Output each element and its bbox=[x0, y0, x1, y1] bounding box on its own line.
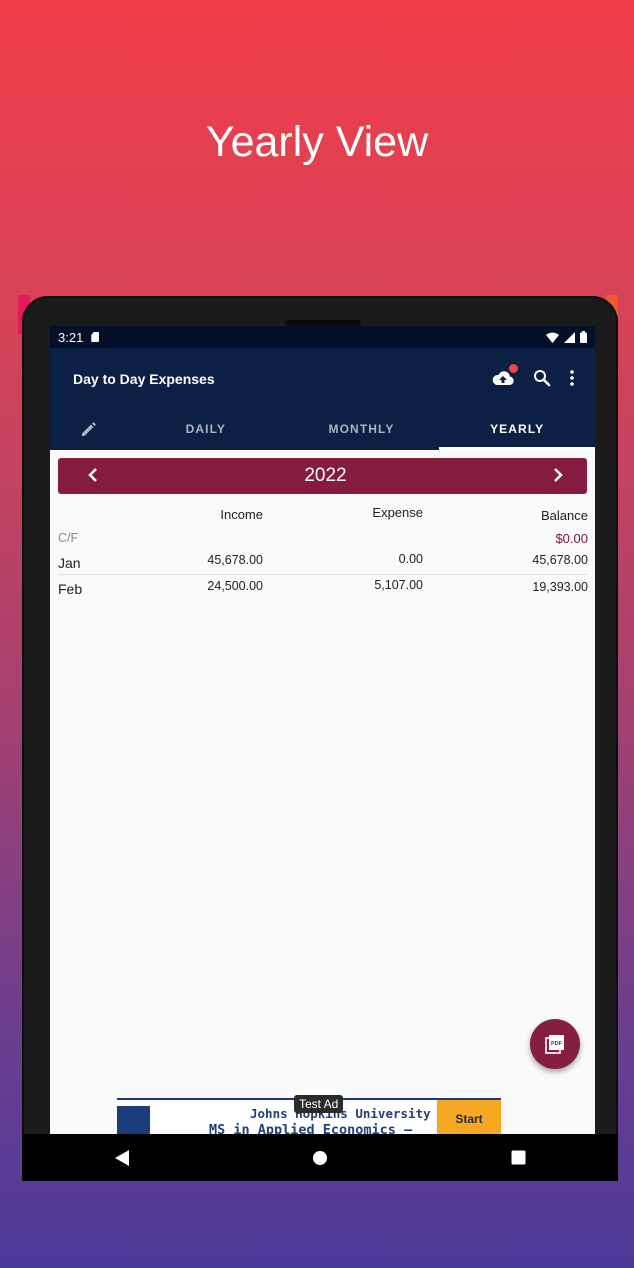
carry-forward-row: C/F $0.00 bbox=[58, 527, 588, 549]
svg-text:PDF: PDF bbox=[551, 1041, 563, 1047]
status-bar: 3:21 bbox=[50, 326, 595, 348]
cloud-backup-button[interactable] bbox=[491, 364, 518, 388]
ad-logo-icon bbox=[117, 1106, 150, 1134]
edit-button[interactable] bbox=[50, 408, 128, 450]
row-balance: 45,678.00 bbox=[532, 553, 588, 567]
notification-dot bbox=[509, 364, 518, 373]
tab-monthly[interactable]: MONTHLY bbox=[284, 408, 440, 450]
row-income: 24,500.00 bbox=[207, 579, 263, 593]
app-title: Day to Day Expenses bbox=[73, 371, 215, 387]
tab-bar: DAILY MONTHLY YEARLY bbox=[50, 408, 595, 450]
chevron-left-icon bbox=[88, 467, 97, 482]
recents-button[interactable] bbox=[499, 1138, 539, 1178]
system-nav-bar bbox=[23, 1134, 618, 1181]
header-income: Income bbox=[220, 507, 263, 522]
header-expense: Expense bbox=[372, 505, 423, 520]
test-ad-tag: Test Ad bbox=[294, 1095, 344, 1113]
pdf-icon: PDF bbox=[545, 1035, 564, 1054]
previous-year-button[interactable] bbox=[88, 465, 98, 488]
row-month: Jan bbox=[58, 555, 81, 571]
app-screen: 3:21 Day to Day Expenses DAILY MONTHLY Y… bbox=[50, 326, 595, 1134]
row-month: Feb bbox=[58, 581, 83, 597]
tab-daily[interactable]: DAILY bbox=[128, 408, 284, 450]
back-triangle-icon bbox=[115, 1149, 130, 1166]
table-row[interactable]: Feb 24,500.00 5,107.00 19,393.00 bbox=[58, 575, 588, 600]
year-selector: 2022 bbox=[58, 458, 587, 494]
row-income: 45,678.00 bbox=[207, 553, 263, 567]
promo-title: Yearly View bbox=[205, 118, 429, 166]
ad-line-2: MS in Applied Economics — bbox=[209, 1122, 413, 1134]
status-time: 3:21 bbox=[58, 329, 84, 345]
home-circle-icon bbox=[313, 1150, 328, 1165]
export-pdf-button[interactable]: PDF bbox=[530, 1019, 580, 1069]
table-row[interactable]: Jan 45,678.00 0.00 45,678.00 bbox=[58, 549, 588, 575]
yearly-table: Income Expense Balance C/F $0.00 Jan 45,… bbox=[50, 505, 595, 600]
chevron-right-icon bbox=[554, 467, 563, 482]
wifi-icon bbox=[546, 332, 559, 343]
recents-square-icon bbox=[511, 1150, 526, 1165]
app-bar: Day to Day Expenses bbox=[50, 348, 595, 408]
home-button[interactable] bbox=[300, 1138, 340, 1178]
carry-forward-label: C/F bbox=[58, 531, 79, 545]
table-header: Income Expense Balance bbox=[58, 505, 588, 527]
header-balance: Balance bbox=[541, 508, 588, 523]
more-options-icon[interactable] bbox=[569, 369, 575, 387]
next-year-button[interactable] bbox=[553, 465, 563, 488]
sd-card-icon bbox=[91, 332, 100, 342]
ad-cta-button[interactable]: Start bbox=[437, 1100, 501, 1134]
pencil-icon bbox=[82, 422, 96, 436]
battery-icon bbox=[580, 331, 587, 343]
row-balance: 19,393.00 bbox=[532, 580, 588, 594]
signal-icon bbox=[564, 331, 575, 343]
tab-yearly[interactable]: YEARLY bbox=[439, 408, 595, 450]
search-icon[interactable] bbox=[533, 369, 551, 387]
carry-forward-balance: $0.00 bbox=[555, 531, 588, 546]
back-button[interactable] bbox=[102, 1138, 142, 1178]
row-expense: 5,107.00 bbox=[374, 578, 423, 592]
row-expense: 0.00 bbox=[398, 552, 423, 566]
year-label: 2022 bbox=[304, 465, 347, 486]
